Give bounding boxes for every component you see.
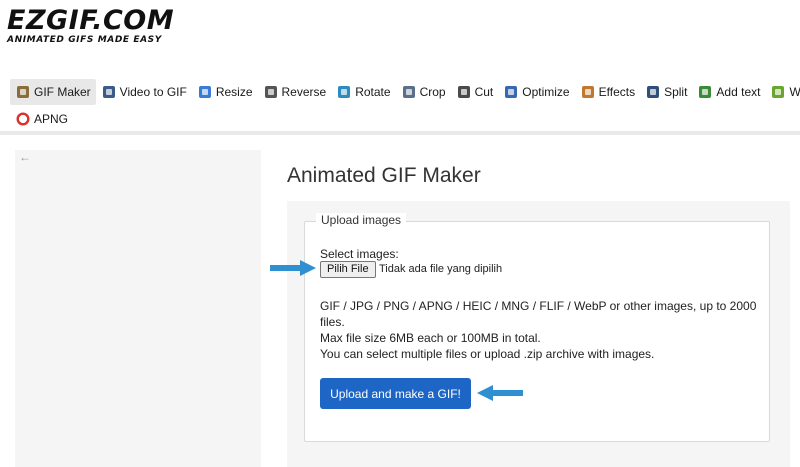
left-sidebar-panel	[15, 150, 261, 467]
info-size: Max file size 6MB each or 100MB in total…	[320, 331, 541, 345]
nav-item-label: Reverse	[281, 85, 327, 99]
page-title: Animated GIF Maker	[287, 164, 481, 187]
nav-item-resize[interactable]: Resize	[192, 79, 258, 105]
add-text-icon	[698, 85, 712, 99]
info-formats: GIF / JPG / PNG / APNG / HEIC / MNG / FL…	[320, 299, 757, 329]
nav-row-1: GIF Maker Video to GIF Resize Reverse Rotate…	[10, 79, 800, 105]
apng-icon	[16, 112, 30, 126]
split-icon	[646, 85, 660, 99]
nav-item-optimize[interactable]: Optimize	[498, 79, 574, 105]
gif-maker-icon	[16, 85, 30, 99]
upload-fieldset-legend: Upload images	[316, 213, 407, 227]
nav-item-split[interactable]: Split	[640, 79, 692, 105]
nav-item-crop[interactable]: Crop	[396, 79, 451, 105]
nav-item-label: Rotate	[355, 85, 391, 99]
nav-item-label: Video to GIF	[119, 85, 187, 99]
back-arrow-icon[interactable]: ←	[19, 150, 31, 164]
nav-item-cut[interactable]: Cut	[451, 79, 499, 105]
nav-divider	[0, 131, 800, 135]
callout-arrow-file-icon	[270, 260, 316, 276]
nav-item-label: Effects	[598, 85, 636, 99]
logo-tagline: ANIMATED GIFS MADE EASY	[7, 35, 162, 45]
nav-item-label: Cut	[474, 85, 494, 99]
info-multiple: You can select multiple files or upload …	[320, 347, 655, 361]
nav-item-label: APNG	[34, 112, 69, 126]
cut-icon	[457, 85, 471, 99]
reverse-icon	[264, 85, 278, 99]
nav-item-reverse[interactable]: Reverse	[258, 79, 332, 105]
main-nav: GIF Maker Video to GIF Resize Reverse Rotate…	[10, 79, 800, 132]
nav-item-webp[interactable]: WebP	[765, 79, 800, 105]
nav-item-label: Add text	[716, 85, 761, 99]
nav-item-label: Split	[664, 85, 688, 99]
nav-item-apng[interactable]: APNG	[10, 106, 73, 132]
nav-item-label: WebP	[789, 85, 800, 99]
ezgif-logo[interactable]: EZGIF.COM ANIMATED GIFS MADE EASY	[7, 7, 197, 47]
callout-arrow-submit-icon	[477, 385, 523, 401]
select-images-label: Select images:	[320, 247, 399, 261]
file-status-text: Tidak ada file yang dipilih	[379, 263, 503, 275]
crop-icon	[402, 85, 416, 99]
optimize-icon	[504, 85, 518, 99]
nav-item-label: Crop	[419, 85, 446, 99]
nav-item-add-text[interactable]: Add text	[692, 79, 765, 105]
upload-make-gif-button[interactable]: Upload and make a GIF!	[320, 378, 471, 409]
nav-item-label: Optimize	[522, 85, 570, 99]
effects-icon	[581, 85, 595, 99]
logo-text: EZGIF.COM	[7, 5, 175, 36]
nav-item-rotate[interactable]: Rotate	[331, 79, 395, 105]
nav-item-video-to-gif[interactable]: Video to GIF	[96, 79, 192, 105]
choose-file-button[interactable]: Pilih File	[320, 261, 376, 278]
nav-row-2: APNG	[10, 106, 800, 132]
nav-item-label: Resize	[215, 85, 253, 99]
video-icon	[102, 85, 116, 99]
nav-item-gif-maker[interactable]: GIF Maker	[10, 79, 96, 105]
rotate-icon	[337, 85, 351, 99]
nav-item-effects[interactable]: Effects	[575, 79, 640, 105]
resize-icon	[198, 85, 212, 99]
nav-item-label: GIF Maker	[34, 85, 91, 99]
webp-icon	[771, 85, 785, 99]
upload-info: GIF / JPG / PNG / APNG / HEIC / MNG / FL…	[320, 298, 760, 362]
